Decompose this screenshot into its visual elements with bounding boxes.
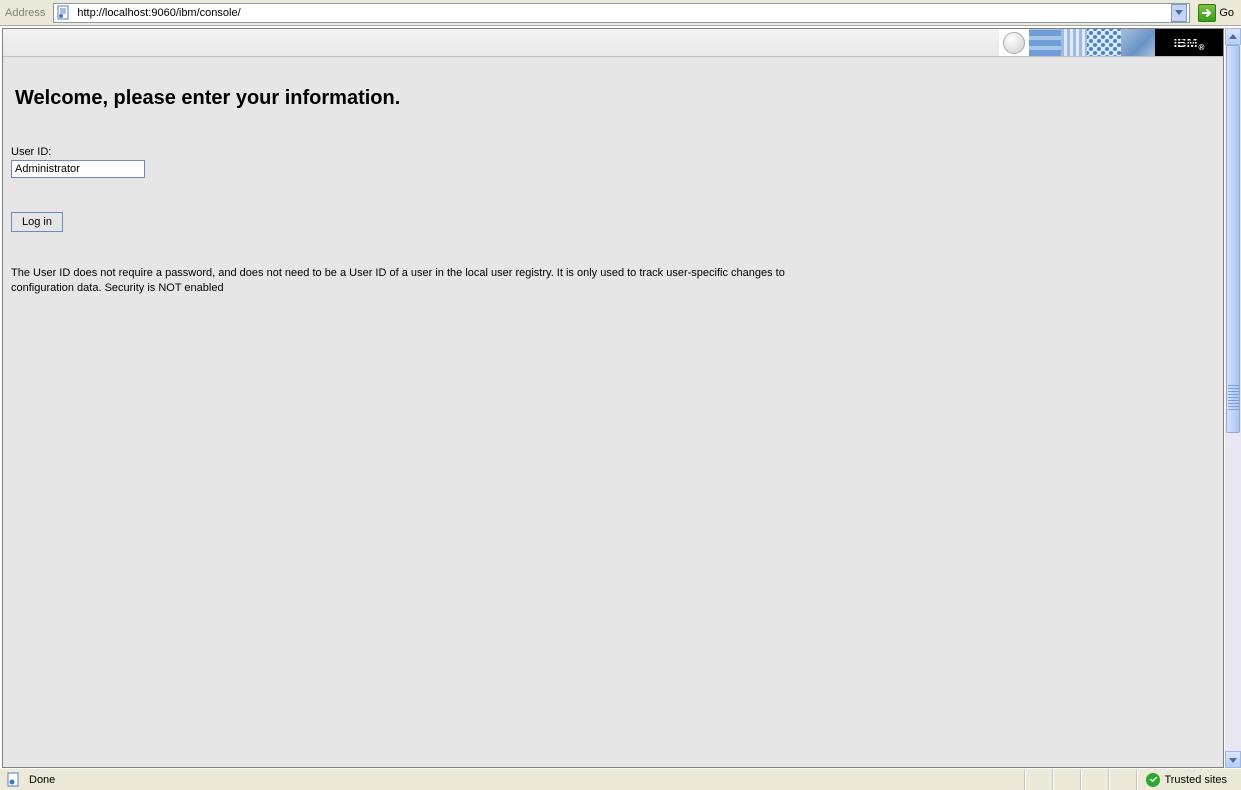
banner-stripes-icon	[1061, 29, 1087, 56]
login-button[interactable]: Log in	[11, 212, 63, 232]
status-segment	[1081, 769, 1109, 790]
go-label: Go	[1219, 7, 1234, 19]
scroll-down-button[interactable]	[1225, 751, 1241, 768]
login-area: Welcome, please enter your information. …	[3, 57, 1223, 767]
status-left: Done	[0, 769, 1025, 790]
page-content: IBM® Welcome, please enter your informat…	[2, 28, 1224, 768]
banner-pixels-icon	[1029, 29, 1061, 56]
ibm-banner: IBM®	[3, 29, 1223, 57]
scroll-track[interactable]	[1225, 45, 1241, 751]
address-bar: Address Go	[0, 0, 1241, 26]
banner-circle-icon	[999, 29, 1029, 56]
banner-decoration: IBM®	[999, 29, 1223, 56]
status-bar: Done Trusted sites	[0, 768, 1241, 790]
address-input[interactable]	[75, 6, 1169, 20]
status-segment	[1025, 769, 1053, 790]
browser-viewport: IBM® Welcome, please enter your informat…	[0, 26, 1241, 768]
address-label: Address	[3, 7, 49, 19]
status-text: Done	[29, 774, 55, 786]
welcome-heading: Welcome, please enter your information.	[15, 87, 1215, 110]
user-id-input[interactable]	[11, 160, 145, 178]
address-dropdown-button[interactable]	[1171, 4, 1187, 22]
security-info-text: The User ID does not require a password,…	[11, 266, 801, 296]
ibm-logo: IBM®	[1155, 29, 1223, 56]
user-id-label: User ID:	[11, 146, 1215, 158]
scroll-grip-icon	[1228, 384, 1239, 410]
trusted-sites-icon	[1146, 773, 1160, 787]
go-arrow-icon	[1198, 4, 1216, 22]
scroll-up-button[interactable]	[1225, 28, 1241, 45]
status-segment	[1053, 769, 1081, 790]
banner-dots-icon	[1087, 29, 1121, 56]
security-zone[interactable]: Trusted sites	[1137, 769, 1241, 790]
page-icon	[56, 5, 72, 21]
security-zone-text: Trusted sites	[1164, 774, 1227, 786]
scroll-thumb[interactable]	[1226, 45, 1240, 433]
banner-wave-icon	[1121, 29, 1155, 56]
status-page-icon	[6, 772, 22, 788]
go-button[interactable]: Go	[1194, 3, 1238, 23]
vertical-scrollbar[interactable]	[1224, 28, 1241, 768]
address-field[interactable]	[53, 3, 1190, 23]
status-segment	[1109, 769, 1137, 790]
